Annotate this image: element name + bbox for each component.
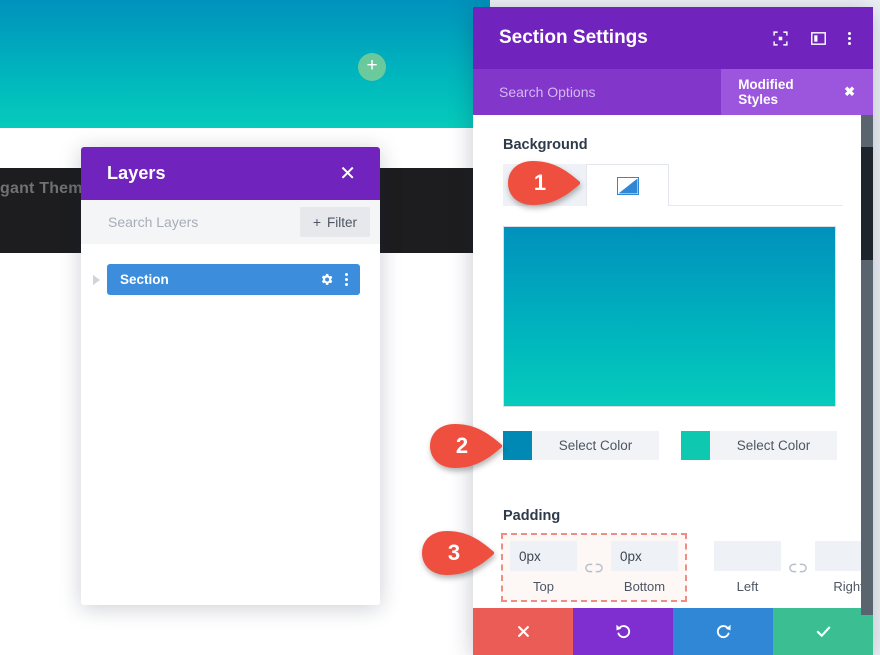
gradient-stop-1: Select Color bbox=[503, 431, 659, 460]
chevron-right-icon[interactable] bbox=[93, 274, 100, 285]
modified-styles-chip[interactable]: Modified Styles ✖ bbox=[721, 69, 873, 115]
background-gradient-tab[interactable] bbox=[586, 164, 669, 206]
gradient-preview[interactable] bbox=[503, 226, 836, 407]
more-vertical-icon[interactable] bbox=[345, 273, 348, 286]
check-icon bbox=[816, 626, 830, 637]
search-options-input[interactable] bbox=[499, 84, 722, 100]
callout-marker-2: 2 bbox=[428, 423, 504, 469]
layers-search-row: + Filter bbox=[81, 200, 380, 244]
padding-top-label: Top bbox=[533, 579, 554, 594]
filter-button-label: Filter bbox=[327, 214, 357, 230]
layers-panel-title: Layers bbox=[107, 163, 166, 183]
layer-row-label: Section bbox=[120, 272, 169, 287]
broken-link-icon[interactable] bbox=[781, 553, 815, 583]
padding-bottom-cell: Bottom bbox=[611, 541, 678, 594]
section-settings-panel: Section Settings Search Options Modified… bbox=[473, 7, 873, 655]
layout-icon[interactable] bbox=[810, 30, 827, 47]
scrollbar-track[interactable] bbox=[861, 115, 873, 615]
select-color-button[interactable]: Select Color bbox=[532, 431, 659, 460]
layers-panel: Layers ✕ + Filter Section bbox=[81, 147, 380, 605]
padding-fields-row: Top Bottom bbox=[501, 533, 873, 602]
padding-section: Padding Top bbox=[501, 508, 873, 602]
padding-horizontal-group: Left Right bbox=[707, 535, 873, 600]
scrollbar-thumb[interactable] bbox=[861, 147, 873, 260]
cancel-button[interactable] bbox=[473, 608, 573, 655]
layer-item-section: Section bbox=[81, 264, 360, 295]
callout-marker-2-number: 2 bbox=[455, 433, 469, 458]
close-icon[interactable]: ✕ bbox=[333, 162, 362, 186]
padding-vertical-group: Top Bottom bbox=[501, 533, 687, 602]
redo-button[interactable] bbox=[673, 608, 773, 655]
page-dark-band-text: gant Theme bbox=[0, 180, 92, 197]
gradient-image-icon bbox=[616, 176, 639, 195]
add-module-button[interactable]: + bbox=[358, 53, 386, 81]
callout-marker-3: 3 bbox=[420, 530, 496, 576]
screen: + gant Theme Layers ✕ + Filter Section bbox=[0, 0, 880, 655]
padding-bottom-input[interactable] bbox=[611, 541, 678, 571]
panel-title: Section Settings bbox=[499, 27, 648, 48]
settings-footer bbox=[473, 608, 873, 655]
undo-button[interactable] bbox=[573, 608, 673, 655]
redo-icon bbox=[716, 624, 731, 638]
layers-list: Section bbox=[81, 244, 380, 605]
padding-label: Padding bbox=[503, 508, 561, 524]
gradient-color-stops: Select Color Select Color bbox=[503, 431, 843, 460]
color-swatch[interactable] bbox=[681, 431, 710, 460]
padding-left-input[interactable] bbox=[714, 541, 781, 571]
padding-left-cell: Left bbox=[714, 541, 781, 594]
broken-link-icon[interactable] bbox=[577, 553, 611, 583]
more-vertical-icon[interactable] bbox=[848, 31, 851, 45]
padding-bottom-label: Bottom bbox=[623, 579, 666, 594]
gradient-stop-2: Select Color bbox=[681, 431, 837, 460]
padding-top-input[interactable] bbox=[510, 541, 577, 571]
callout-marker-1: 1 bbox=[506, 160, 582, 206]
padding-left-label: Left bbox=[736, 579, 759, 594]
options-search-bar: Modified Styles ✖ bbox=[473, 69, 873, 115]
filter-button[interactable]: + Filter bbox=[299, 207, 370, 237]
layer-row-actions bbox=[319, 272, 348, 287]
padding-right-label: Right bbox=[833, 579, 864, 594]
section-settings-header: Section Settings bbox=[473, 7, 873, 69]
color-swatch[interactable] bbox=[503, 431, 532, 460]
close-icon bbox=[517, 626, 529, 637]
undo-icon bbox=[615, 624, 630, 638]
close-icon[interactable]: ✖ bbox=[844, 84, 855, 100]
page-hero-section bbox=[0, 0, 490, 128]
callout-marker-1-number: 1 bbox=[533, 170, 547, 195]
padding-top-cell: Top bbox=[510, 541, 577, 594]
layer-row[interactable]: Section bbox=[107, 264, 360, 295]
background-label: Background bbox=[503, 137, 588, 153]
search-layers-input[interactable] bbox=[108, 214, 288, 230]
plus-icon: + bbox=[312, 214, 321, 230]
gear-icon[interactable] bbox=[319, 272, 334, 287]
expand-icon[interactable] bbox=[772, 30, 789, 47]
callout-marker-3-number: 3 bbox=[447, 540, 461, 565]
panel-header-actions bbox=[772, 30, 851, 47]
save-button[interactable] bbox=[773, 608, 873, 655]
modified-styles-label: Modified Styles bbox=[738, 77, 794, 107]
layers-panel-header: Layers ✕ bbox=[81, 147, 380, 200]
select-color-button[interactable]: Select Color bbox=[710, 431, 837, 460]
